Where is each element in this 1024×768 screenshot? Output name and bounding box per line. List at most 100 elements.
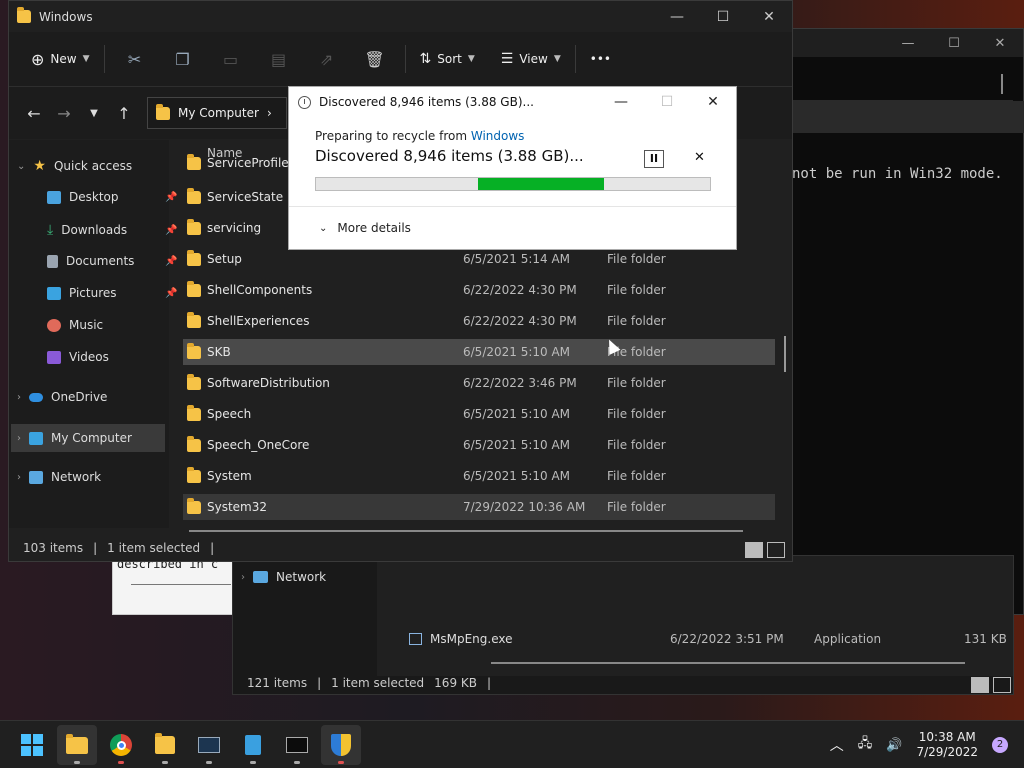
table-row[interactable]: Speech 6/5/2021 5:10 AM File folder [183, 401, 775, 427]
paste-icon[interactable]: ▭ [207, 50, 255, 69]
maximize-icon[interactable]: ☐ [700, 9, 746, 25]
taskbar-resource-monitor[interactable] [189, 725, 229, 765]
sidebar-item-network[interactable]: › Network [17, 470, 101, 484]
subtitle-text: Preparing to recycle from [315, 129, 471, 143]
sidebar-item-downloads[interactable]: ⤓ Downloads 📌 [47, 222, 177, 238]
clock[interactable]: 10:38 AM 7/29/2022 [916, 730, 978, 760]
view-toggle-back[interactable] [971, 677, 1011, 693]
back-arrow-icon[interactable]: ← [19, 104, 49, 123]
sidebar-item-videos[interactable]: Videos [47, 350, 109, 364]
breadcrumb-chevron-icon[interactable]: › [267, 106, 272, 120]
pin-icon[interactable]: 📌 [165, 225, 177, 236]
taskbar-notepad[interactable] [233, 725, 273, 765]
cut-icon[interactable]: ✂ [111, 50, 159, 69]
taskbar-command-prompt[interactable] [277, 725, 317, 765]
minimize-icon[interactable]: — [654, 9, 700, 25]
file-row-msmpeng[interactable]: MsMpEng.exe 6/22/2022 3:51 PM Applicatio… [409, 632, 1009, 646]
taskbar-security[interactable] [321, 725, 361, 765]
file-type: Application [814, 632, 882, 646]
sidebar-item-documents[interactable]: Documents 📌 [47, 254, 177, 268]
rename-icon[interactable]: ▤ [255, 50, 303, 69]
chevron-right-icon[interactable]: › [17, 433, 21, 444]
close-icon[interactable]: ✕ [746, 9, 792, 25]
minimize-icon[interactable]: — [885, 36, 931, 51]
chevron-right-icon[interactable]: › [241, 572, 245, 583]
pin-icon[interactable]: 📌 [165, 256, 177, 267]
pause-button[interactable]: II [644, 150, 664, 168]
more-details-button[interactable]: ⌄ More details [319, 221, 411, 235]
volume-icon[interactable]: 🔊 [886, 738, 902, 753]
folder-icon [187, 435, 201, 452]
more-options-button[interactable]: ••• [582, 46, 619, 72]
cancel-operation-button[interactable]: ✕ [694, 150, 705, 165]
sidebar-item-my-computer[interactable]: › My Computer [11, 424, 165, 452]
maximize-icon[interactable]: ☐ [931, 36, 977, 51]
chevron-right-icon[interactable]: › [17, 472, 21, 483]
start-button[interactable] [12, 725, 52, 765]
explorer-window-back[interactable]: › Network MsMpEng.exe 6/22/2022 3:51 PM … [232, 555, 1014, 695]
chevron-up-icon[interactable]: ︿ [830, 735, 844, 755]
close-icon[interactable]: ✕ [690, 94, 736, 110]
taskbar-chrome[interactable] [101, 725, 141, 765]
recycle-progress-dialog[interactable]: Discovered 8,946 items (3.88 GB)... — ☐ … [288, 86, 737, 250]
horizontal-scrollbar[interactable] [189, 530, 743, 532]
table-row[interactable]: ShellComponents 6/22/2022 4:30 PM File f… [183, 277, 775, 303]
maximize-icon: ☐ [660, 94, 674, 110]
sidebar-item-desktop[interactable]: Desktop 📌 [47, 190, 177, 204]
source-folder-link[interactable]: Windows [471, 129, 525, 143]
table-row[interactable]: System32 7/29/2022 10:36 AM File folder [183, 494, 775, 520]
navigation-pane: ⌄ ★ Quick access Desktop 📌 ⤓ Downloads 📌… [9, 140, 177, 528]
table-row[interactable]: Speech_OneCore 6/5/2021 5:10 AM File fol… [183, 432, 775, 458]
up-arrow-icon[interactable]: ↑ [109, 104, 139, 123]
sidebar-item-onedrive[interactable]: › OneDrive [17, 390, 107, 404]
taskbar-explorer-pinned[interactable] [145, 725, 185, 765]
dialog-divider [289, 206, 736, 207]
share-icon[interactable]: ⇗ [303, 50, 351, 69]
details-view-icon[interactable] [971, 677, 989, 693]
dialog-titlebar[interactable]: Discovered 8,946 items (3.88 GB)... — ☐ … [289, 87, 736, 117]
view-toggle[interactable] [745, 542, 785, 558]
view-button[interactable]: ☰ View ▼ [493, 45, 569, 73]
delete-icon[interactable]: 🗑 [351, 50, 399, 69]
explorer-window[interactable]: Windows — ☐ ✕ ⊕ New ▼ ✂ ❐ ▭ ▤ ⇗ 🗑 ⇅ Sort… [8, 0, 793, 562]
document-window-snippet[interactable]: described in c [112, 555, 234, 615]
folder-icon [66, 733, 88, 754]
explorer-titlebar[interactable]: Windows — ☐ ✕ [9, 1, 792, 32]
folder-icon [17, 7, 31, 23]
chevron-down-icon[interactable]: ⌄ [17, 161, 25, 172]
table-row[interactable]: SKB 6/5/2021 5:10 AM File folder [183, 339, 775, 365]
sidebar-item-music[interactable]: Music [47, 318, 103, 332]
close-icon[interactable]: ✕ [977, 36, 1023, 51]
table-row[interactable]: SoftwareDistribution 6/22/2022 3:46 PM F… [183, 370, 775, 396]
progress-fill [477, 178, 604, 190]
pin-icon[interactable]: 📌 [165, 192, 177, 203]
sidebar-item-pictures[interactable]: Pictures 📌 [47, 286, 177, 300]
network-status-icon[interactable]: 🖧 [858, 734, 873, 756]
table-row[interactable]: ShellExperiences 6/22/2022 4:30 PM File … [183, 308, 775, 334]
taskbar-file-explorer[interactable] [57, 725, 97, 765]
horizontal-scrollbar-back[interactable] [491, 662, 965, 664]
new-button[interactable]: ⊕ New ▼ [23, 44, 98, 75]
address-bar[interactable]: My Computer › [147, 97, 287, 129]
sidebar-item-label: Pictures [69, 286, 117, 300]
sidebar-item-quick-access[interactable]: ⌄ ★ Quick access [17, 158, 132, 174]
sidebar-item-network-back[interactable]: › Network [241, 570, 326, 584]
copy-icon[interactable]: ❐ [159, 50, 207, 69]
breadcrumb-my-computer[interactable]: My Computer [178, 106, 259, 120]
details-view-icon[interactable] [745, 542, 763, 558]
notification-badge[interactable]: 2 [992, 737, 1008, 753]
pin-icon[interactable]: 📌 [165, 288, 177, 299]
forward-arrow-icon[interactable]: → [49, 104, 79, 123]
sort-button[interactable]: ⇅ Sort ▼ [412, 45, 483, 73]
chevron-right-icon[interactable]: › [17, 392, 21, 403]
console-scrollbar[interactable] [1001, 74, 1003, 94]
tiles-view-icon[interactable] [993, 677, 1011, 693]
minimize-icon[interactable]: — [598, 94, 644, 110]
file-name: Setup [207, 252, 242, 266]
recent-locations-chevron-icon[interactable]: ▼ [79, 108, 109, 119]
table-row[interactable]: System 6/5/2021 5:10 AM File folder [183, 463, 775, 489]
monitor-chart-icon [198, 737, 220, 753]
tiles-view-icon[interactable] [767, 542, 785, 558]
file-date: 7/29/2022 10:36 AM [463, 500, 586, 514]
vertical-scrollbar[interactable] [784, 336, 786, 372]
